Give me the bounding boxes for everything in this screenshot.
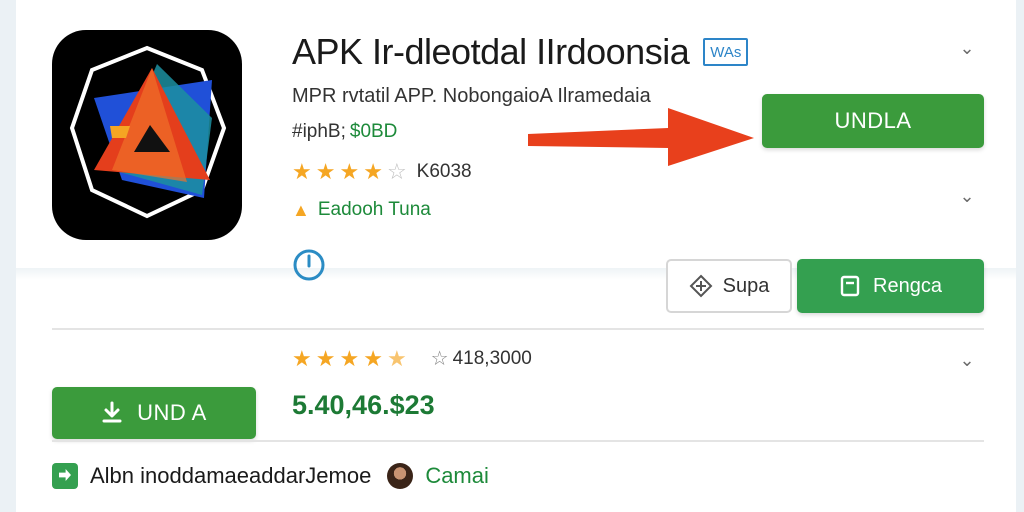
share-icon: [689, 274, 713, 298]
title-row: APK Ir-dleotdal IIrdoonsia WAs: [292, 30, 749, 74]
star-icon: ★: [339, 159, 360, 184]
footer-text: Albn inoddamaeaddarJemoe: [90, 463, 372, 488]
star-empty-icon: ☆: [386, 159, 407, 184]
editor-label: Eadooh Tuna: [317, 199, 431, 220]
share-button[interactable]: Supa: [666, 259, 792, 313]
star-icon: ★: [292, 159, 312, 184]
meta-row: #iphB; $0BD: [292, 121, 397, 143]
app-badge-icon: [52, 463, 78, 489]
editor-choice-row: ▲ Eadooh Tuna: [292, 199, 431, 221]
triangle-logo-icon: [69, 45, 227, 219]
clock-icon[interactable]: [292, 248, 326, 282]
download-icon: [102, 401, 122, 423]
avatar[interactable]: [387, 463, 414, 489]
star-icon: ★: [339, 345, 360, 371]
rating-stars-bottom: ★ ★ ★ ★ ★ ☆ 418,3000: [292, 346, 532, 371]
chevron-down-icon[interactable]: ⌄: [954, 186, 980, 207]
footer-row: Albn inoddamaeaddarJemoe Camai: [52, 463, 489, 489]
crown-icon: ▲: [292, 199, 310, 220]
review-count: ☆ 418,3000: [431, 346, 532, 371]
install-button-bottom[interactable]: UND A: [52, 387, 256, 439]
rating-count-top: K6038: [416, 161, 472, 182]
chevron-down-icon[interactable]: ⌄: [954, 38, 980, 59]
install-button-top[interactable]: UNDLA: [762, 94, 984, 148]
meta-prefix: #iphB;: [292, 121, 346, 142]
star-icon: ★: [363, 159, 383, 184]
divider: [52, 328, 984, 330]
app-icon: [52, 30, 242, 240]
save-label: Rengca: [873, 274, 942, 297]
share-label: Supa: [722, 274, 770, 297]
star-outline-icon: ☆: [430, 348, 449, 370]
rating-stars-top: ★ ★ ★ ★ ☆ K6038: [292, 161, 472, 183]
app-title: APK Ir-dleotdal IIrdoonsia: [292, 31, 690, 72]
install-bottom-label: UND A: [137, 400, 207, 425]
red-arrow-icon: [528, 108, 754, 166]
star-half-icon: ★: [386, 345, 407, 371]
bookmark-icon: [840, 275, 860, 297]
star-icon: ★: [315, 345, 336, 371]
meta-price: $0BD: [349, 121, 398, 142]
title-badge[interactable]: WAs: [703, 38, 749, 66]
save-button[interactable]: Rengca: [797, 259, 984, 313]
author-name[interactable]: Camai: [425, 463, 489, 489]
review-count-value: 418,3000: [452, 347, 532, 369]
divider: [52, 440, 984, 442]
price-value: 5.40,46.$23: [292, 390, 435, 420]
star-icon: ★: [363, 345, 383, 371]
star-icon: ★: [292, 345, 312, 371]
chevron-down-icon[interactable]: ⌄: [954, 350, 980, 371]
star-icon: ★: [315, 159, 336, 184]
